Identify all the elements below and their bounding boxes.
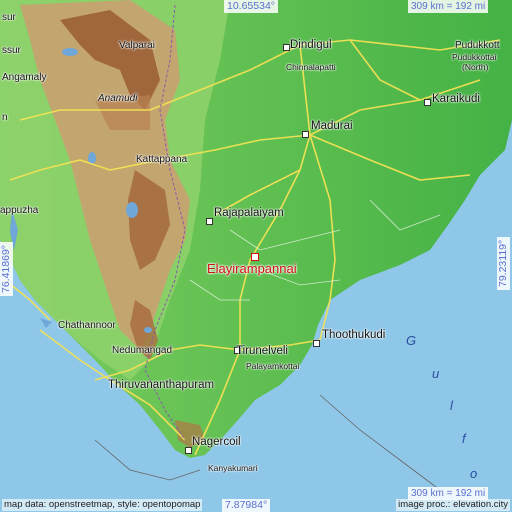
city-marker-nagercoil [185,447,192,454]
gulf-letter-2: u [432,366,441,381]
target-location-marker[interactable] [251,253,259,261]
city-marker-thoothukudi [313,340,320,347]
gulf-letter-4: f [462,431,467,446]
city-label-tirunelveli: Tirunelveli [236,345,288,357]
target-location-label[interactable]: Elayirampannai [207,261,297,276]
gulf-letter-5: o [470,466,479,481]
city-label-appuzha: appuzha [0,205,39,216]
city-label-kattappana: Kattappana [136,154,188,165]
right-longitude-label: 79.23119° [497,236,510,290]
scale-top-label: 309 km = 192 mi [408,0,489,13]
city-label-sur: sur [2,12,16,23]
city-label-kanyakumari: Kanyakumari [208,463,258,473]
top-latitude-label: 10.65534° [224,0,278,13]
city-label-ssur: ssur [2,45,21,56]
city-label-n: n [2,112,8,123]
city-label-palayamkottai: Palayamkottai [246,361,300,371]
city-label-chinnalapatti: Chinnalapatti [286,62,336,72]
city-label-dindigul: Dindigul [290,39,332,51]
city-label-valparai: Valparai [119,40,155,51]
city-label-pudukkottai: Pudukkott [455,40,500,51]
city-label-madurai: Madurai [311,120,353,132]
city-label-nedumangad: Nedumangad [112,345,173,356]
city-label-angamaly: Angamaly [2,72,47,83]
city-marker-karaikudi [424,99,431,106]
city-label-thiruvananthapuram: Thiruvananthapuram [108,379,215,391]
city-label-chathannoor: Chathannoor [58,320,116,331]
city-marker-rajapalaiyam [206,218,213,225]
gulf-letter-1: G [406,333,418,348]
gulf-letter-3: l [450,398,454,413]
left-longitude-label: 76.41869° [0,242,13,296]
attribution-map-data: map data: openstreetmap, style: opentopo… [2,499,203,511]
attribution-image-proc: image proc.: elevation.city [396,499,510,511]
peak-label-anamudi: Anamudi [98,93,138,104]
city-marker-madurai [302,131,309,138]
map-canvas[interactable]: 10.65534° 7.87984° 76.41869° 79.23119° 3… [0,0,512,512]
city-label-karaikudi: Karaikudi [432,93,480,105]
city-marker-dindigul [283,44,290,51]
city-label-rajapalaiyam: Rajapalaiyam [214,207,284,219]
city-label-north: (North) [462,62,489,72]
bottom-latitude-label: 7.87984° [222,499,271,512]
city-label-thoothukudi: Thoothukudi [322,329,386,341]
city-label-nagercoil: Nagercoil [192,436,241,448]
